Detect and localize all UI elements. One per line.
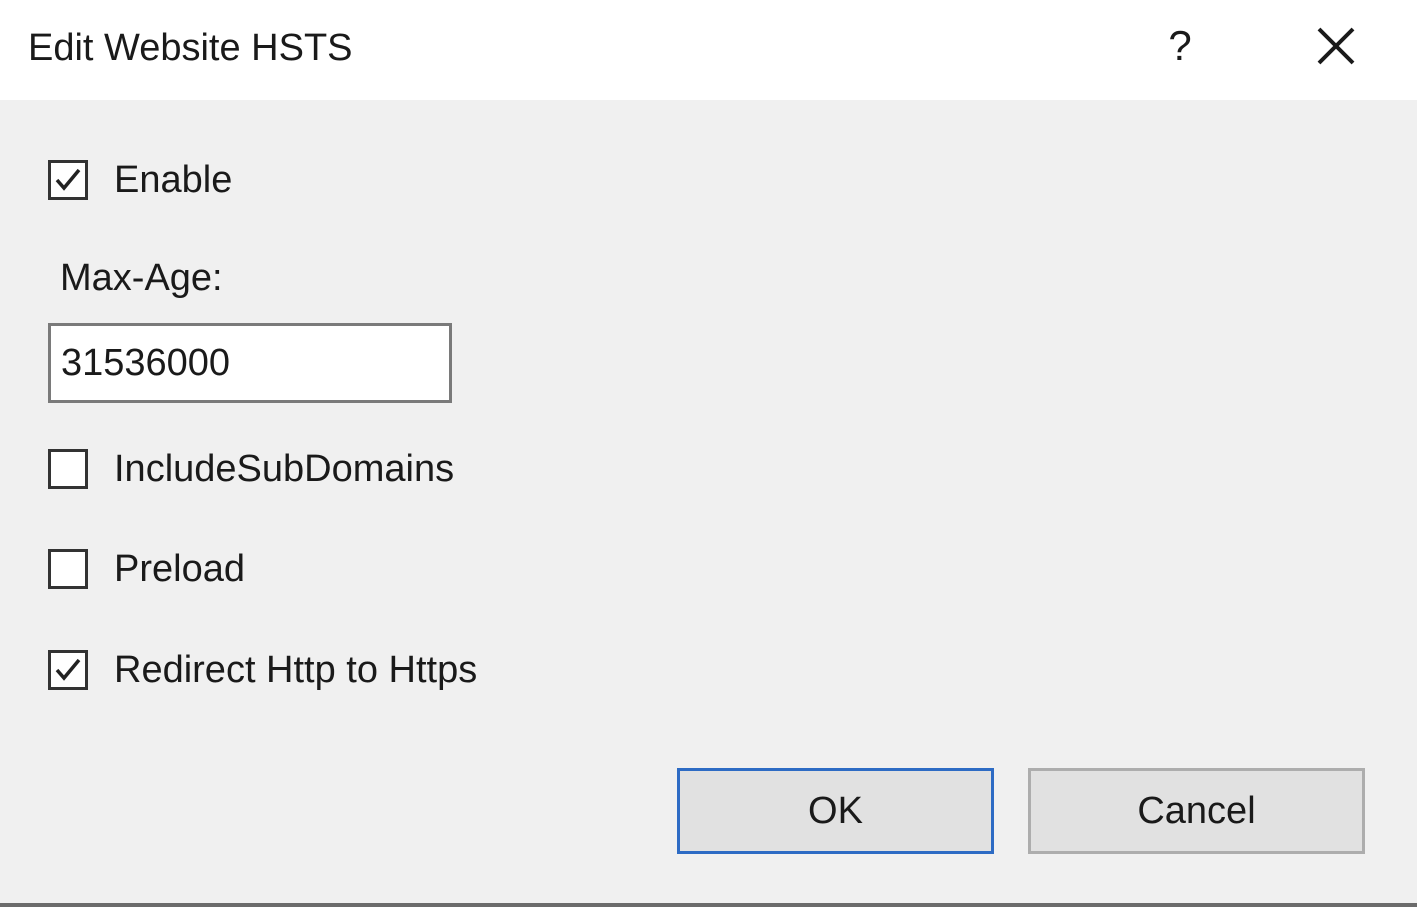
max-age-label: Max-Age: xyxy=(60,257,223,299)
enable-checkbox[interactable] xyxy=(48,160,88,200)
preload-checkbox[interactable] xyxy=(48,549,88,589)
max-age-input[interactable] xyxy=(48,323,452,403)
checkmark-icon xyxy=(55,658,81,681)
edit-website-hsts-dialog: Edit Website HSTS ? Enable Max-Age: Incl… xyxy=(0,0,1417,907)
checkmark-icon xyxy=(55,168,81,191)
include-subdomains-checkbox[interactable] xyxy=(48,449,88,489)
enable-checkbox-row[interactable]: Enable xyxy=(48,156,232,204)
redirect-https-label: Redirect Http to Https xyxy=(114,649,478,691)
ok-button[interactable]: OK xyxy=(677,768,994,854)
enable-label: Enable xyxy=(114,159,233,201)
close-button[interactable] xyxy=(1306,16,1366,76)
redirect-https-checkbox-row[interactable]: Redirect Http to Https xyxy=(48,646,477,694)
title-bar: Edit Website HSTS ? xyxy=(0,0,1417,100)
close-icon xyxy=(1317,27,1355,65)
include-subdomains-label: IncludeSubDomains xyxy=(114,448,455,490)
preload-checkbox-row[interactable]: Preload xyxy=(48,545,245,593)
dialog-title: Edit Website HSTS xyxy=(28,27,353,69)
preload-label: Preload xyxy=(114,548,245,590)
cancel-button[interactable]: Cancel xyxy=(1028,768,1365,854)
include-subdomains-checkbox-row[interactable]: IncludeSubDomains xyxy=(48,445,454,493)
redirect-https-checkbox[interactable] xyxy=(48,650,88,690)
help-button[interactable]: ? xyxy=(1150,16,1210,76)
